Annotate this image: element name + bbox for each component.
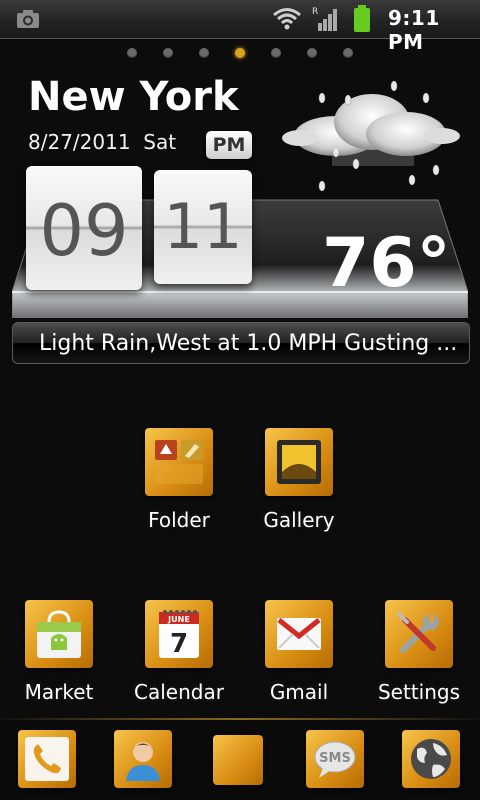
- battery-icon: [354, 5, 370, 32]
- app-drawer-button[interactable]: [213, 735, 263, 785]
- browser-icon: [411, 739, 451, 779]
- app-label: Settings: [377, 680, 461, 704]
- app-gmail[interactable]: Gmail: [244, 600, 354, 720]
- calendar-day: 7: [170, 629, 188, 659]
- app-folder[interactable]: Folder: [124, 428, 234, 548]
- app-calendar[interactable]: JUNE 7 Calendar: [124, 600, 234, 720]
- ampm-badge: PM: [206, 131, 252, 159]
- app-label: Calendar: [134, 680, 224, 704]
- page-dot[interactable]: [127, 48, 137, 58]
- gmail-icon: [265, 600, 333, 668]
- page-dot[interactable]: [343, 48, 353, 58]
- market-icon: [25, 600, 93, 668]
- camera-icon: [17, 10, 39, 28]
- page-dot[interactable]: [271, 48, 281, 58]
- dock: SMS: [0, 720, 480, 800]
- calendar-icon: JUNE 7: [145, 600, 213, 668]
- wifi-icon: [273, 8, 301, 30]
- weather-condition-bar[interactable]: Light Rain,West at 1.0 MPH Gusting ...: [12, 322, 470, 364]
- dock-sms-button[interactable]: SMS: [306, 730, 364, 788]
- dock-phone-button[interactable]: [18, 730, 76, 788]
- app-settings[interactable]: Settings: [364, 600, 474, 720]
- app-market[interactable]: Market: [4, 600, 114, 720]
- sms-icon: SMS: [314, 741, 356, 778]
- app-label: Gmail: [269, 680, 329, 704]
- page-dot[interactable]: [163, 48, 173, 58]
- app-drawer-icon: [218, 740, 258, 780]
- gallery-icon: [265, 428, 333, 496]
- sms-text: SMS: [319, 751, 351, 766]
- home-page-indicator[interactable]: [127, 46, 367, 60]
- clock-hour: 09: [39, 190, 129, 272]
- page-dot[interactable]: [307, 48, 317, 58]
- rain-cloud-icon: [282, 80, 460, 192]
- contacts-icon: [126, 742, 160, 781]
- clock-minute: 11: [163, 190, 243, 263]
- weather-condition: Light Rain,West at 1.0 MPH Gusting ...: [39, 331, 458, 356]
- clock-minute-card[interactable]: 11: [154, 170, 252, 284]
- status-time: 9:11 PM: [388, 6, 440, 54]
- temperature: 76°: [322, 224, 451, 303]
- phone-icon: [25, 737, 69, 781]
- dock-contacts-button[interactable]: [114, 730, 172, 788]
- app-label: Market: [24, 680, 94, 704]
- clock-hour-card[interactable]: 09: [26, 166, 142, 290]
- signal-strength-icon: R: [312, 7, 337, 31]
- app-gallery[interactable]: Gallery: [244, 428, 354, 548]
- dock-browser-button[interactable]: [402, 730, 460, 788]
- date-label: 8/27/2011 Sat: [28, 130, 177, 154]
- roaming-indicator: R: [312, 7, 318, 17]
- page-dot-active[interactable]: [235, 48, 245, 58]
- app-label: Gallery: [263, 508, 335, 532]
- city-name: New York: [28, 74, 239, 120]
- calendar-month: JUNE: [167, 615, 190, 624]
- settings-icon: [385, 600, 453, 668]
- folder-icon: [145, 428, 213, 496]
- app-label: Folder: [148, 508, 210, 532]
- page-dot[interactable]: [199, 48, 209, 58]
- status-bar[interactable]: R 9:11 PM: [0, 0, 480, 54]
